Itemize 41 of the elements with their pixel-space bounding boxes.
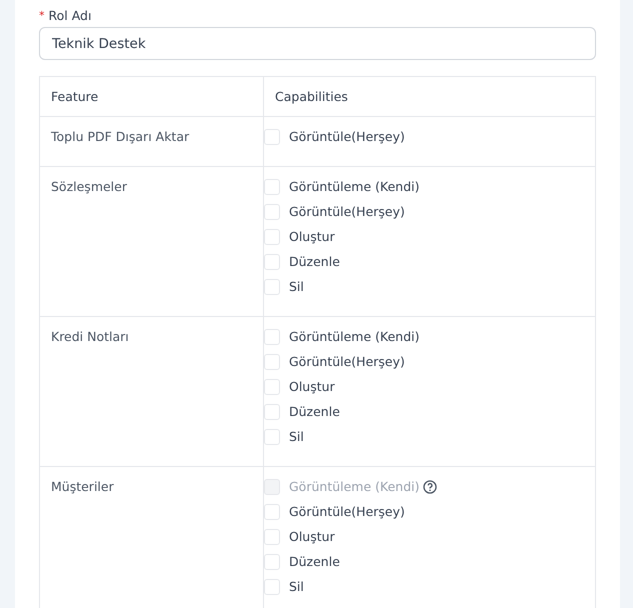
checkbox[interactable]: [264, 128, 280, 144]
required-mark: *: [39, 8, 44, 22]
feature-name: Müşteriler: [51, 479, 114, 494]
capability-label: Sil: [289, 279, 304, 294]
checkbox[interactable]: [264, 554, 280, 570]
capability-label: Görüntüle(Herşey): [289, 354, 405, 369]
capability-label: Sil: [289, 579, 304, 594]
feature-name: Sözleşmeler: [51, 179, 127, 194]
checkbox[interactable]: [264, 528, 280, 544]
capability-label: Oluştur: [289, 529, 335, 544]
capability-label: Düzenle: [289, 554, 340, 569]
capability-label: Oluştur: [289, 229, 335, 244]
checkbox[interactable]: [264, 378, 280, 394]
column-header: Capabilities: [263, 77, 595, 116]
checkbox[interactable]: [264, 404, 280, 420]
checkbox[interactable]: [264, 354, 280, 370]
capability-label: Görüntüleme (Kendi): [289, 479, 420, 494]
capability-label: Görüntüle(Herşey): [289, 504, 405, 519]
checkbox[interactable]: [264, 578, 280, 594]
capability-label: Düzenle: [289, 254, 340, 269]
feature-name: Toplu PDF Dışarı Aktar: [51, 129, 190, 144]
help-icon[interactable]: [422, 480, 436, 494]
capability-label: Görüntüleme (Kendi): [289, 329, 420, 344]
column-header: Feature: [50, 88, 100, 106]
checkbox[interactable]: [264, 504, 280, 520]
feature-name: Kredi Notları: [51, 329, 129, 344]
checkbox[interactable]: [264, 254, 280, 270]
capability-label: Görüntüleme (Kendi): [289, 179, 420, 194]
capability-label: Sil: [289, 429, 304, 444]
capability-label: Görüntüle(Herşey): [289, 204, 405, 219]
capability-label: Düzenle: [289, 404, 340, 419]
field-label: Rol Adı: [48, 8, 92, 22]
checkbox[interactable]: [264, 204, 280, 220]
checkbox[interactable]: [264, 278, 280, 294]
capability-label: Oluştur: [289, 379, 335, 394]
checkbox[interactable]: [264, 178, 280, 194]
checkbox[interactable]: [264, 328, 280, 344]
input-field[interactable]: Teknik Destek: [39, 27, 596, 60]
capability-label: Görüntüle(Herşey): [289, 129, 405, 144]
checkbox[interactable]: [264, 228, 280, 244]
checkbox[interactable]: [264, 428, 280, 444]
